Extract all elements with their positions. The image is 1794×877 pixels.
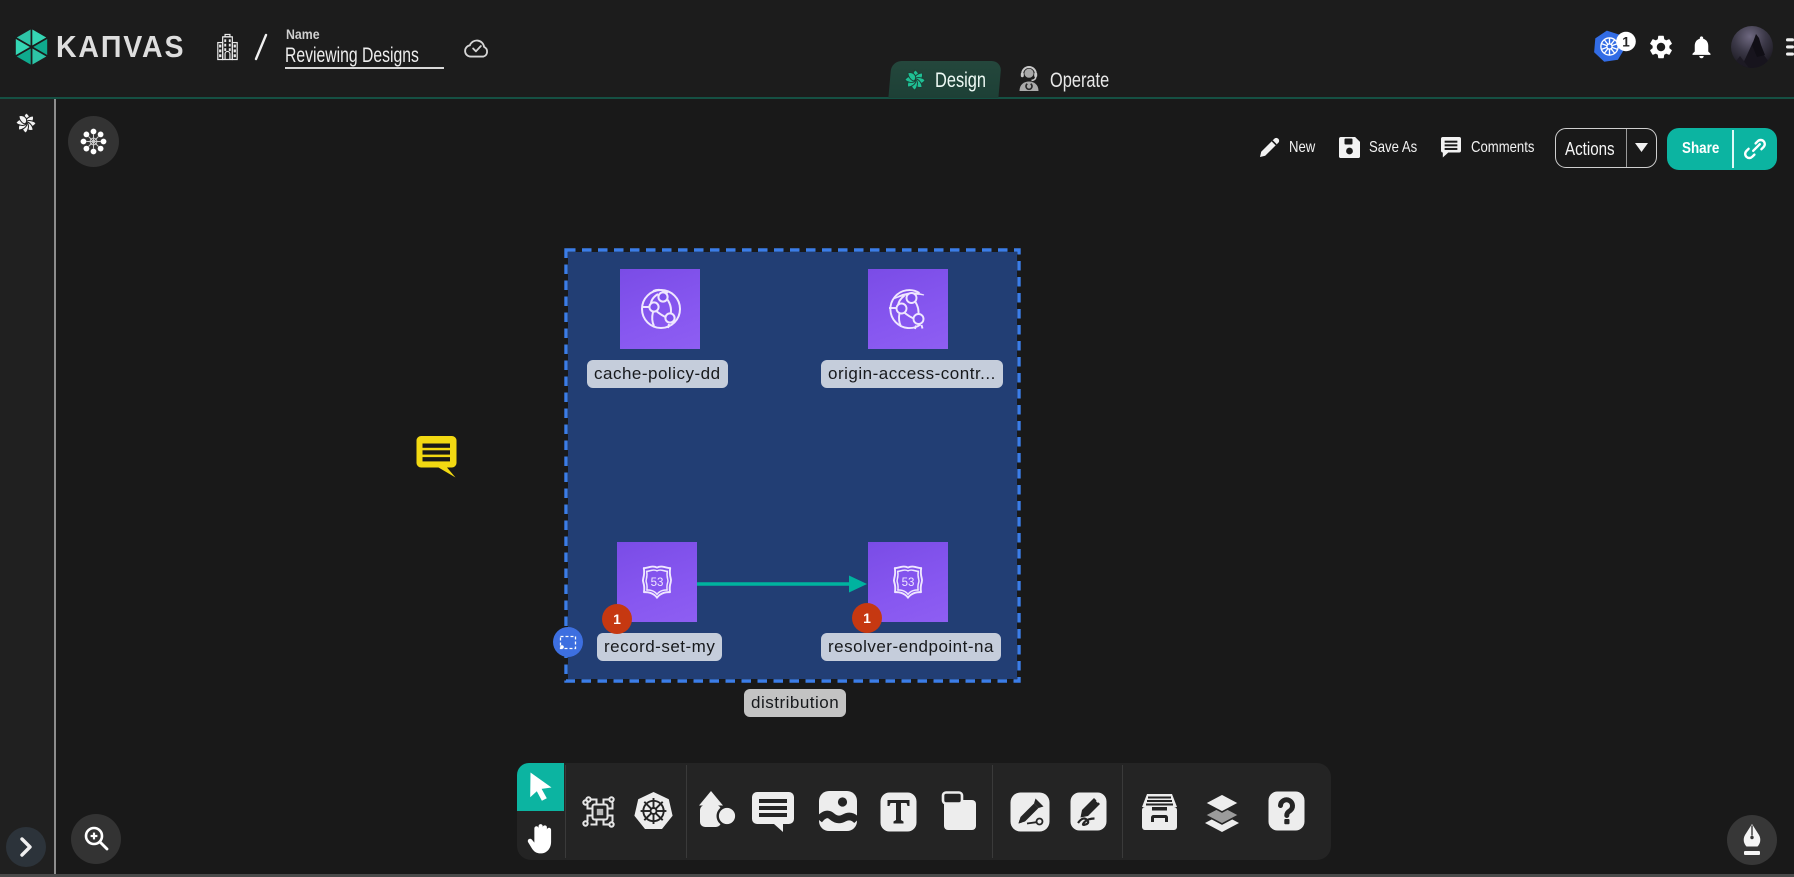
svg-text:53: 53 (902, 577, 915, 589)
svg-text:53: 53 (651, 577, 664, 589)
svg-text:1: 1 (1622, 34, 1630, 49)
